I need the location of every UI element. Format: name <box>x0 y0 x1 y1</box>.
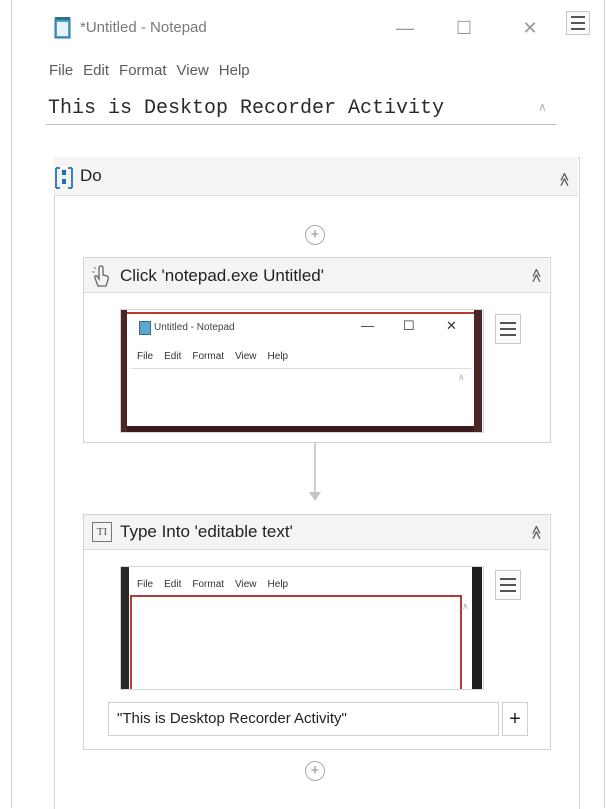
scroll-up-icon[interactable]: ∧ <box>538 100 547 114</box>
add-expression-button[interactable]: + <box>502 702 528 736</box>
mini-menu-file: File <box>137 351 154 362</box>
screenshot-left-edge <box>121 310 127 432</box>
notepad-text-area[interactable]: This is Desktop Recorder Activity ∧ <box>46 94 556 125</box>
notepad-text: This is Desktop Recorder Activity <box>48 97 445 120</box>
mini-menubar: File Edit Format View Help <box>137 351 288 362</box>
mini2-menu-help: Help <box>267 579 289 590</box>
mini-menu-edit: Edit <box>164 351 182 362</box>
mini2-menubar: File Edit Format View Help <box>137 579 288 590</box>
screenshot2-left-edge <box>121 567 129 689</box>
type-into-options-menu-icon[interactable] <box>495 570 521 600</box>
screenshot-bottom-edge <box>127 426 474 432</box>
mini2-scroll-up-icon: ∧ <box>462 601 469 611</box>
close-button[interactable]: ✕ <box>516 14 544 42</box>
screenshot2-right-edge <box>472 567 482 689</box>
menu-file[interactable]: File <box>49 62 73 79</box>
maximize-button[interactable]: ☐ <box>450 14 478 42</box>
menu-help[interactable]: Help <box>219 62 250 79</box>
click-activity-title: Click 'notepad.exe Untitled' <box>120 266 324 285</box>
mini2-menu-file: File <box>137 579 154 590</box>
collapse-type-into-icon[interactable]: ≪ <box>528 525 545 540</box>
mini-scroll-up-icon: ∧ <box>458 372 465 382</box>
text-input-value: "This is Desktop Recorder Activity" <box>117 710 347 727</box>
collapse-click-icon[interactable]: ≪ <box>528 268 545 283</box>
click-hand-icon <box>91 264 111 293</box>
mini-menu-view: View <box>235 351 257 362</box>
mini-window-title: Untitled - Notepad <box>154 322 235 333</box>
text-input-field[interactable]: "This is Desktop Recorder Activity" <box>108 702 499 736</box>
mini-divider <box>131 368 471 369</box>
mini2-menu-edit: Edit <box>164 579 182 590</box>
editable-text-highlight <box>130 595 462 689</box>
notepad-menubar: File Edit Format View Help <box>49 62 250 79</box>
hamburger-menu-icon[interactable] <box>566 11 590 35</box>
type-into-icon: TI <box>92 522 112 542</box>
sequence-icon <box>53 165 75 191</box>
mini-close-icon: ✕ <box>446 318 457 333</box>
right-frame-border <box>604 0 605 808</box>
notepad-icon <box>54 17 72 39</box>
screenshot-right-edge <box>474 310 482 432</box>
click-options-menu-icon[interactable] <box>495 314 521 344</box>
add-activity-bottom-icon[interactable]: + <box>305 761 325 781</box>
mini-menu-format: Format <box>192 351 225 362</box>
menu-view[interactable]: View <box>177 62 209 79</box>
click-target-screenshot: Untitled - Notepad — ☐ ✕ File Edit Forma… <box>120 309 484 433</box>
connector-arrow-icon <box>309 492 321 501</box>
add-activity-top-icon[interactable]: + <box>305 225 325 245</box>
mini-notepad-icon <box>139 321 151 335</box>
mini2-menu-view: View <box>235 579 257 590</box>
left-frame-border <box>11 0 12 808</box>
mini2-menu-format: Format <box>192 579 225 590</box>
mini-maximize-icon: ☐ <box>403 318 415 333</box>
highlight-top-border <box>127 312 474 314</box>
collapse-do-icon[interactable]: ≪ <box>556 172 573 187</box>
menu-edit[interactable]: Edit <box>83 62 109 79</box>
type-into-activity-title: Type Into 'editable text' <box>120 522 293 541</box>
minimize-button[interactable]: — <box>391 14 419 42</box>
notepad-window-title: *Untitled - Notepad <box>80 19 207 36</box>
do-sequence-header[interactable] <box>54 157 578 196</box>
mini-minimize-icon: — <box>361 318 374 333</box>
do-sequence-label: Do <box>80 166 102 185</box>
type-into-target-screenshot: File Edit Format View Help ∧ <box>120 566 484 690</box>
mini-menu-help: Help <box>267 351 289 362</box>
menu-format[interactable]: Format <box>119 62 167 79</box>
